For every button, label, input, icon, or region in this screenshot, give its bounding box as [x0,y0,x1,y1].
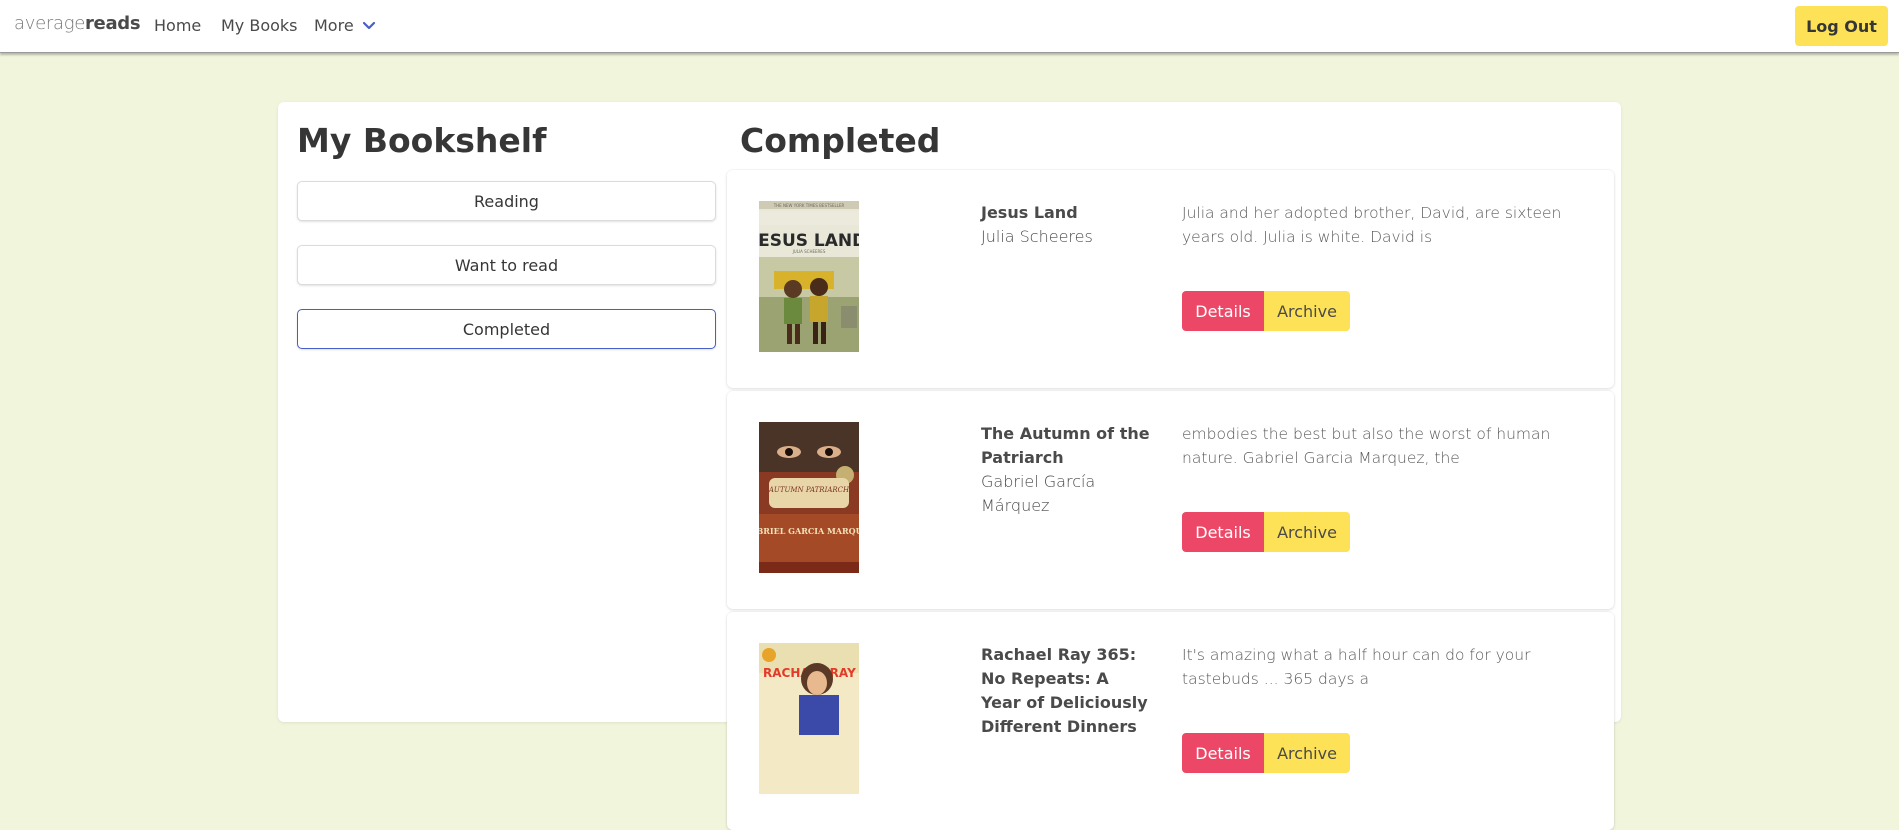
book-title[interactable]: The Autumn of the Patriarch Gabriel Garc… [981,422,1151,518]
nav-more-link[interactable]: More [314,16,354,35]
book-card: RACHAEL RAY 365 Rachael Ray 365: No Repe… [727,612,1614,830]
svg-text:JESUS LAND: JESUS LAND [759,231,859,251]
shelf-reading-button[interactable]: Reading [297,181,716,221]
brand-logo[interactable]: averagereads [14,13,141,34]
details-button[interactable]: Details [1182,733,1264,773]
chevron-down-icon[interactable] [361,18,377,34]
details-button[interactable]: Details [1182,291,1264,331]
book-author: Julia Scheeres [981,227,1093,246]
archive-button[interactable]: Archive [1264,291,1350,331]
nav-home-link[interactable]: Home [154,16,201,35]
top-navbar: averagereads Home My Books More Log Out [0,0,1899,53]
book-title[interactable]: Jesus Land Julia Scheeres [981,201,1151,249]
svg-text:JULIA SCHEERES: JULIA SCHEERES [792,249,826,254]
svg-text:THE NEW YORK TIMES BESTSELLER: THE NEW YORK TIMES BESTSELLER [773,203,845,208]
book-cover-image: RACHAEL RAY 365 [759,643,859,794]
book-description: Julia and her adopted brother, David, ar… [1182,204,1562,246]
shelf-completed-button[interactable]: Completed [297,309,716,349]
book-description: It's amazing what a half hour can do for… [1182,646,1531,688]
book-cover-image: AUTUMN PATRIARCH GABRIEL GARCIA MARQUEZ [759,422,859,573]
book-description: embodies the best but also the worst of … [1182,425,1551,467]
book-card: AUTUMN PATRIARCH GABRIEL GARCIA MARQUEZ … [727,391,1614,609]
book-cover-image: THE NEW YORK TIMES BESTSELLER JESUS LAND… [759,201,859,352]
details-button[interactable]: Details [1182,512,1264,552]
svg-text:AUTUMN PATRIARCH: AUTUMN PATRIARCH [768,486,850,494]
bookshelf-title: My Bookshelf [297,121,547,160]
archive-button[interactable]: Archive [1264,512,1350,552]
book-card: THE NEW YORK TIMES BESTSELLER JESUS LAND… [727,170,1614,388]
book-title[interactable]: Rachael Ray 365: No Repeats: A Year of D… [981,643,1151,739]
archive-button[interactable]: Archive [1264,733,1350,773]
svg-text:GABRIEL GARCIA MARQUEZ: GABRIEL GARCIA MARQUEZ [759,526,859,536]
shelf-want-to-read-button[interactable]: Want to read [297,245,716,285]
book-author: Gabriel García Márquez [981,472,1096,515]
logout-button[interactable]: Log Out [1795,6,1888,46]
nav-my-books-link[interactable]: My Books [221,16,298,35]
completed-section-title: Completed [740,121,941,160]
